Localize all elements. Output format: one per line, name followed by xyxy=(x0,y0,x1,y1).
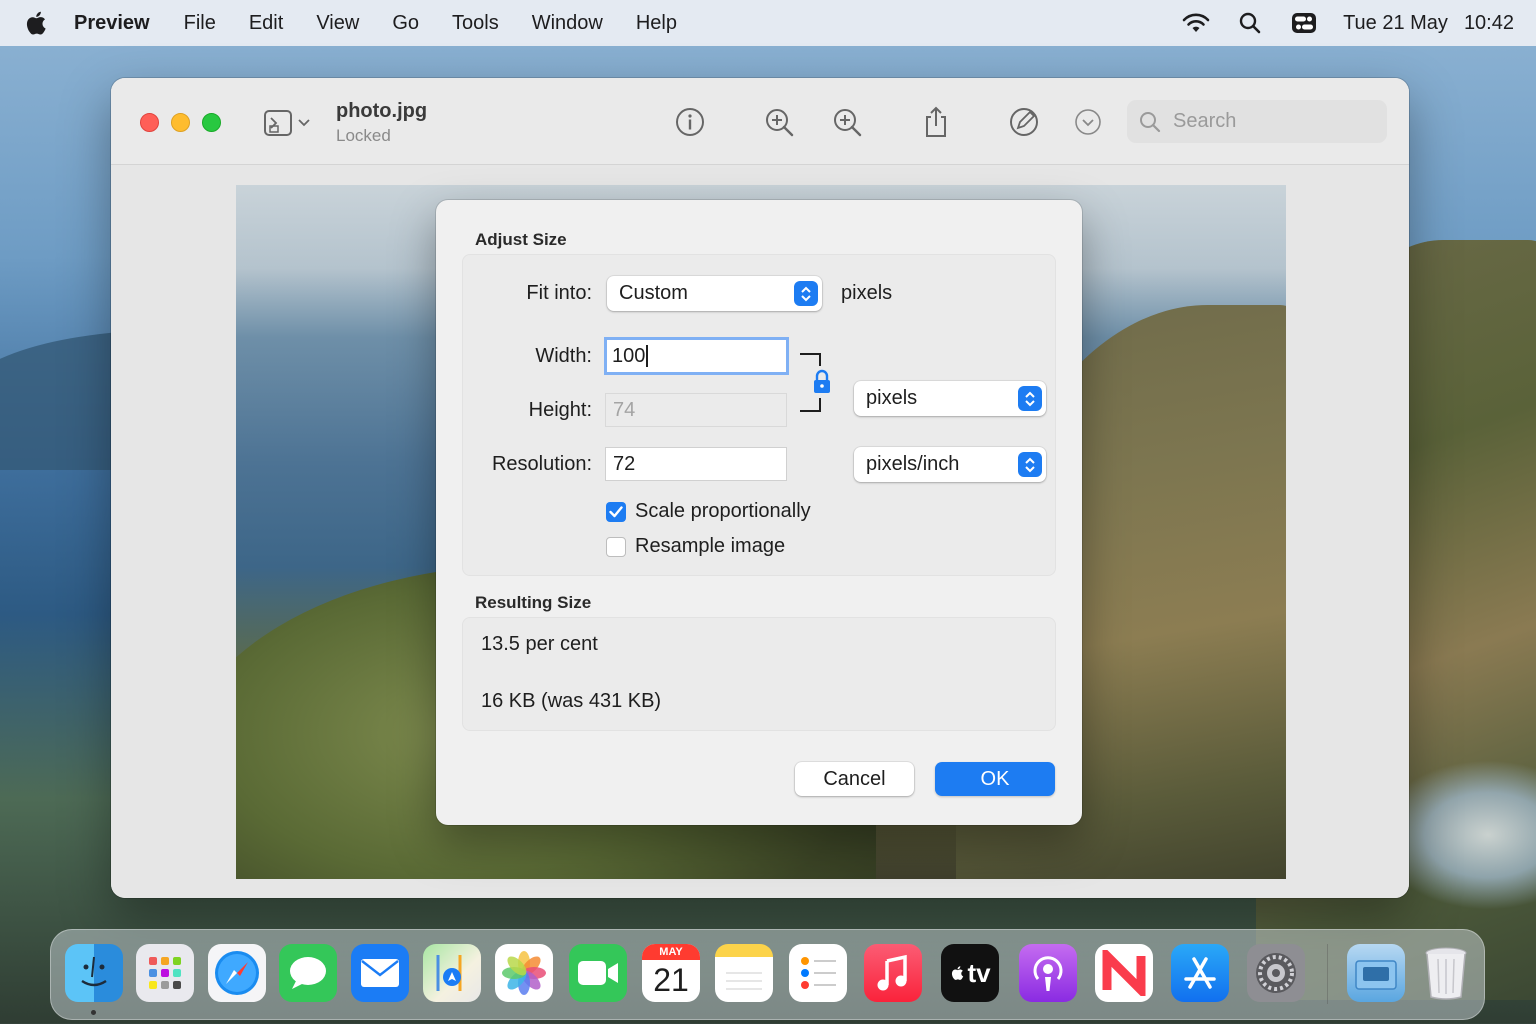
music-icon[interactable] xyxy=(864,944,922,1002)
sidebar-toggle-button[interactable] xyxy=(263,108,315,138)
zoom-out-icon xyxy=(766,109,794,137)
menu-help[interactable]: Help xyxy=(636,12,677,35)
finder-running-indicator xyxy=(91,1010,96,1015)
calendar-icon[interactable]: MAY 21 xyxy=(642,944,700,1002)
menu-edit[interactable]: Edit xyxy=(249,12,283,35)
control-center-icon[interactable] xyxy=(1289,11,1319,35)
aspect-lock-icon[interactable] xyxy=(798,352,838,414)
window-toolbar: photo.jpg Locked Search xyxy=(111,78,1409,165)
chevron-down-icon xyxy=(298,119,310,127)
height-label: Height: xyxy=(528,399,592,421)
markup-options-button[interactable] xyxy=(1071,105,1105,139)
document-locked-status: Locked xyxy=(336,126,391,145)
photos-icon[interactable] xyxy=(495,944,553,1002)
reminders-icon[interactable] xyxy=(789,944,847,1002)
resolution-unit-value: pixels/inch xyxy=(866,453,960,475)
apple-icon[interactable] xyxy=(22,8,52,38)
calendar-month: MAY xyxy=(642,944,700,960)
share-icon xyxy=(926,106,946,137)
menu-view[interactable]: View xyxy=(316,12,359,35)
search-placeholder: Search xyxy=(1173,110,1237,132)
size-unit-value: pixels xyxy=(866,387,918,409)
up-down-arrows-icon xyxy=(1018,386,1042,411)
menu-app-name[interactable]: Preview xyxy=(74,12,150,35)
app-store-icon[interactable] xyxy=(1171,944,1229,1002)
size-unit-popup[interactable]: pixels xyxy=(854,381,1046,416)
search-input[interactable]: Search xyxy=(1127,100,1387,143)
finder-icon[interactable] xyxy=(65,944,123,1002)
safari-icon[interactable] xyxy=(208,944,266,1002)
fit-into-popup[interactable]: Custom xyxy=(607,276,822,311)
width-value: 100 xyxy=(612,344,646,367)
resolution-field[interactable]: 72 xyxy=(605,447,787,481)
up-down-arrows-icon xyxy=(794,281,818,306)
news-icon[interactable] xyxy=(1095,944,1153,1002)
width-label: Width: xyxy=(535,345,592,367)
dock-separator xyxy=(1327,944,1328,1004)
launchpad-icon[interactable] xyxy=(136,944,194,1002)
share-button[interactable] xyxy=(919,105,953,139)
apple-tv-label: tv xyxy=(967,957,991,988)
checkmark-icon xyxy=(609,506,623,518)
wifi-icon[interactable] xyxy=(1181,11,1211,35)
sidebar-icon xyxy=(264,110,292,136)
resolution-unit-popup[interactable]: pixels/inch xyxy=(854,447,1046,482)
info-icon xyxy=(676,108,704,136)
menu-go[interactable]: Go xyxy=(392,12,419,35)
trash-icon[interactable] xyxy=(1417,944,1475,1002)
apple-tv-icon[interactable]: tv xyxy=(941,944,999,1002)
menu-file[interactable]: File xyxy=(184,12,216,35)
menubar-date[interactable]: Tue 21 May xyxy=(1343,12,1448,35)
up-down-arrows-icon xyxy=(1018,452,1042,477)
scale-proportionally-checkbox[interactable] xyxy=(606,502,626,522)
ok-button[interactable]: OK xyxy=(935,762,1055,796)
result-filesize: 16 KB (was 431 KB) xyxy=(481,690,662,712)
resample-image-label[interactable]: Resample image xyxy=(635,535,785,558)
markup-icon xyxy=(1010,108,1038,136)
dock: MAY 21 tv xyxy=(50,929,1485,1020)
apple-logo-icon xyxy=(952,966,964,980)
scale-proportionally-label[interactable]: Scale proportionally xyxy=(635,500,811,523)
notes-icon[interactable] xyxy=(715,944,773,1002)
mail-icon[interactable] xyxy=(351,944,409,1002)
resulting-size-heading: Resulting Size xyxy=(475,593,592,612)
maps-icon[interactable] xyxy=(423,944,481,1002)
info-button[interactable] xyxy=(673,105,707,139)
messages-icon[interactable] xyxy=(279,944,337,1002)
cancel-button[interactable]: Cancel xyxy=(795,762,914,796)
menu-bar: Preview File Edit View Go Tools Window H… xyxy=(0,0,1536,46)
search-icon xyxy=(1140,111,1161,132)
document-title[interactable]: photo.jpg xyxy=(336,100,427,123)
zoom-window-button[interactable] xyxy=(202,113,221,132)
result-percent: 13.5 per cent xyxy=(481,633,598,655)
fit-into-value: Custom xyxy=(619,282,688,304)
adjust-size-dialog: Adjust Size Fit into: Custom pixels Widt… xyxy=(436,200,1082,825)
zoom-out-button[interactable] xyxy=(762,105,796,139)
podcasts-icon[interactable] xyxy=(1019,944,1077,1002)
facetime-icon[interactable] xyxy=(569,944,627,1002)
markup-button[interactable] xyxy=(1007,105,1041,139)
minimize-window-button[interactable] xyxy=(171,113,190,132)
spotlight-search-icon[interactable] xyxy=(1235,11,1265,35)
zoom-in-icon xyxy=(834,109,862,137)
height-field[interactable]: 74 xyxy=(605,393,787,427)
close-window-button[interactable] xyxy=(140,113,159,132)
resolution-label: Resolution: xyxy=(491,453,592,475)
calendar-day: 21 xyxy=(653,962,689,998)
menubar-time[interactable]: 10:42 xyxy=(1464,12,1514,35)
resolution-value: 72 xyxy=(613,452,636,475)
fit-into-unit: pixels xyxy=(841,282,893,304)
height-value: 74 xyxy=(613,398,636,421)
fit-into-label: Fit into: xyxy=(526,282,592,304)
more-chevron-icon xyxy=(1075,109,1101,135)
downloads-stack-icon[interactable] xyxy=(1347,944,1405,1002)
width-field[interactable]: 100 xyxy=(604,337,789,375)
menu-tools[interactable]: Tools xyxy=(452,12,499,35)
menu-window[interactable]: Window xyxy=(532,12,603,35)
adjust-size-heading: Adjust Size xyxy=(475,230,567,249)
zoom-in-button[interactable] xyxy=(830,105,864,139)
resample-image-checkbox[interactable] xyxy=(606,537,626,557)
text-caret xyxy=(646,345,649,367)
system-preferences-icon[interactable] xyxy=(1247,944,1305,1002)
